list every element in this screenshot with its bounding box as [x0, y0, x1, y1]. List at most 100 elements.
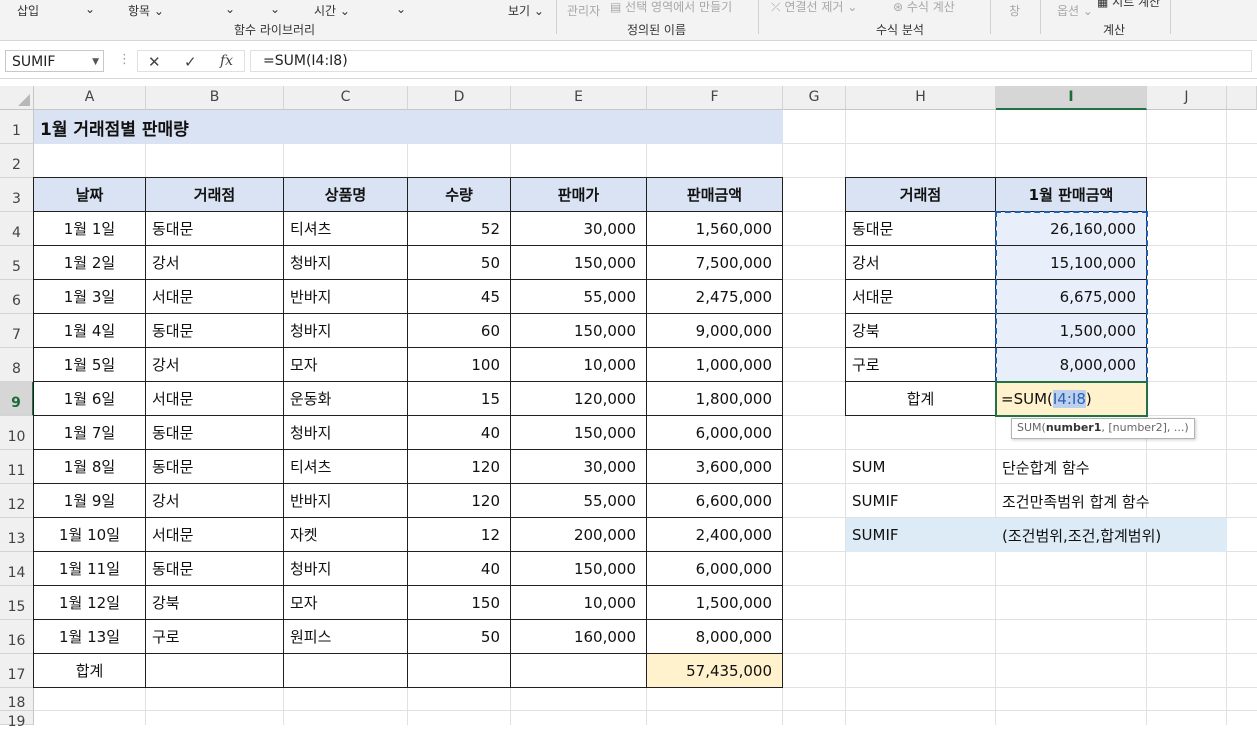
- amount-cell[interactable]: 1,500,000: [646, 585, 783, 620]
- row-header-7[interactable]: 7: [0, 314, 34, 348]
- amount-cell[interactable]: 3,600,000: [646, 449, 783, 484]
- qty-cell[interactable]: 50: [407, 619, 511, 654]
- column-header-next[interactable]: [1227, 86, 1257, 110]
- note-description-cell[interactable]: 단순합계 함수: [996, 450, 1227, 484]
- note-description-cell[interactable]: (조건범위,조건,합계범위): [996, 518, 1227, 552]
- row-header-8[interactable]: 8: [0, 348, 34, 382]
- product-cell[interactable]: 운동화: [283, 381, 408, 416]
- price-cell[interactable]: 30,000: [510, 211, 647, 246]
- note-function-cell[interactable]: SUMIF: [846, 518, 996, 552]
- qty-cell[interactable]: 60: [407, 313, 511, 348]
- price-cell[interactable]: 30,000: [510, 449, 647, 484]
- product-cell[interactable]: 청바지: [283, 313, 408, 348]
- price-cell[interactable]: 120,000: [510, 381, 647, 416]
- row-header-19[interactable]: 19: [0, 711, 34, 730]
- header-price[interactable]: 판매가: [510, 177, 647, 212]
- enter-icon[interactable]: ✓: [184, 53, 197, 71]
- grand-total-cell[interactable]: 57,435,000: [646, 653, 783, 688]
- price-cell[interactable]: 55,000: [510, 483, 647, 518]
- insert-function-icon[interactable]: fx: [220, 53, 233, 69]
- row-header-2[interactable]: 2: [0, 144, 34, 178]
- row-header-10[interactable]: 10: [0, 416, 34, 450]
- formula-bar-grip-icon[interactable]: ⋮: [118, 52, 131, 67]
- column-header-e[interactable]: E: [511, 86, 647, 110]
- qty-cell[interactable]: 120: [407, 449, 511, 484]
- product-cell[interactable]: 청바지: [283, 551, 408, 586]
- amount-cell[interactable]: 1,800,000: [646, 381, 783, 416]
- store-cell[interactable]: 서대문: [145, 381, 284, 416]
- date-cell[interactable]: 1월 4일: [33, 313, 146, 348]
- price-cell[interactable]: 200,000: [510, 517, 647, 552]
- amount-cell[interactable]: 1,000,000: [646, 347, 783, 382]
- qty-cell[interactable]: 150: [407, 585, 511, 620]
- product-cell[interactable]: 반바지: [283, 279, 408, 314]
- row-header-18[interactable]: 18: [0, 688, 34, 711]
- amount-cell[interactable]: 1,560,000: [646, 211, 783, 246]
- row-header-11[interactable]: 11: [0, 450, 34, 484]
- chevron-down-icon[interactable]: ⌄: [225, 2, 235, 16]
- store-cell[interactable]: 동대문: [145, 551, 284, 586]
- product-cell[interactable]: 모자: [283, 585, 408, 620]
- column-header-h[interactable]: H: [846, 86, 996, 110]
- amount-cell[interactable]: 6,000,000: [646, 551, 783, 586]
- amount-cell[interactable]: 6,600,000: [646, 483, 783, 518]
- note-description-cell[interactable]: 조건만족범위 합계 함수: [996, 484, 1227, 518]
- qty-cell[interactable]: 120: [407, 483, 511, 518]
- amount-cell[interactable]: 2,475,000: [646, 279, 783, 314]
- summary-store-cell[interactable]: 동대문: [845, 211, 996, 246]
- remove-arrows-button[interactable]: ⤫ 연결선 제거 ⌄: [771, 0, 857, 15]
- column-header-d[interactable]: D: [408, 86, 511, 110]
- calc-options-button[interactable]: 옵션 ⌄: [1057, 2, 1093, 19]
- date-cell[interactable]: 1월 10일: [33, 517, 146, 552]
- summary-header-store[interactable]: 거래점: [845, 177, 996, 212]
- chevron-down-icon[interactable]: ⌄: [270, 2, 280, 16]
- header-store[interactable]: 거래점: [145, 177, 284, 212]
- date-cell[interactable]: 1월 2일: [33, 245, 146, 280]
- summary-store-cell[interactable]: 강서: [845, 245, 996, 280]
- product-cell[interactable]: 반바지: [283, 483, 408, 518]
- column-header-f[interactable]: F: [647, 86, 783, 110]
- column-header-b[interactable]: B: [146, 86, 284, 110]
- column-header-a[interactable]: A: [34, 86, 146, 110]
- time-dropdown[interactable]: 시간 ⌄: [314, 2, 350, 19]
- row-header-3[interactable]: 3: [0, 178, 34, 212]
- row-header-16[interactable]: 16: [0, 620, 34, 654]
- qty-cell[interactable]: 100: [407, 347, 511, 382]
- date-cell[interactable]: 1월 9일: [33, 483, 146, 518]
- create-from-selection-button[interactable]: ▤ 선택 영역에서 만들기: [610, 0, 732, 15]
- product-cell[interactable]: 모자: [283, 347, 408, 382]
- insert-function-button[interactable]: 삽입: [17, 2, 39, 19]
- store-cell[interactable]: 동대문: [145, 415, 284, 450]
- empty-total-cell[interactable]: [407, 653, 511, 688]
- date-cell[interactable]: 1월 12일: [33, 585, 146, 620]
- date-cell[interactable]: 1월 1일: [33, 211, 146, 246]
- summary-header-amount[interactable]: 1월 판매금액: [995, 177, 1147, 212]
- amount-cell[interactable]: 8,000,000: [646, 619, 783, 654]
- store-cell[interactable]: 서대문: [145, 517, 284, 552]
- row-header-14[interactable]: 14: [0, 552, 34, 586]
- column-header-i[interactable]: I: [996, 86, 1147, 110]
- row-header-9[interactable]: 9: [0, 382, 34, 416]
- amount-cell[interactable]: 9,000,000: [646, 313, 783, 348]
- store-cell[interactable]: 서대문: [145, 279, 284, 314]
- price-cell[interactable]: 160,000: [510, 619, 647, 654]
- price-cell[interactable]: 10,000: [510, 585, 647, 620]
- date-cell[interactable]: 1월 8일: [33, 449, 146, 484]
- store-cell[interactable]: 동대문: [145, 313, 284, 348]
- store-cell[interactable]: 강서: [145, 347, 284, 382]
- amount-cell[interactable]: 2,400,000: [646, 517, 783, 552]
- chevron-down-icon[interactable]: ⌄: [85, 2, 95, 16]
- note-function-cell[interactable]: SUM: [846, 450, 996, 484]
- product-cell[interactable]: 티셔츠: [283, 449, 408, 484]
- price-cell[interactable]: 150,000: [510, 313, 647, 348]
- items-dropdown[interactable]: 항목 ⌄: [128, 2, 164, 19]
- store-cell[interactable]: 강서: [145, 483, 284, 518]
- function-argument-tooltip[interactable]: SUM(number1, [number2], ...): [1011, 418, 1195, 439]
- calculate-sheet-button[interactable]: ▦ 시트 계산: [1097, 0, 1160, 10]
- store-cell[interactable]: 강서: [145, 245, 284, 280]
- row-header-4[interactable]: 4: [0, 212, 34, 246]
- evaluate-formula-button[interactable]: ⊛ 수식 계산: [893, 0, 955, 15]
- price-cell[interactable]: 55,000: [510, 279, 647, 314]
- amount-cell[interactable]: 7,500,000: [646, 245, 783, 280]
- summary-total-label[interactable]: 합계: [845, 381, 996, 416]
